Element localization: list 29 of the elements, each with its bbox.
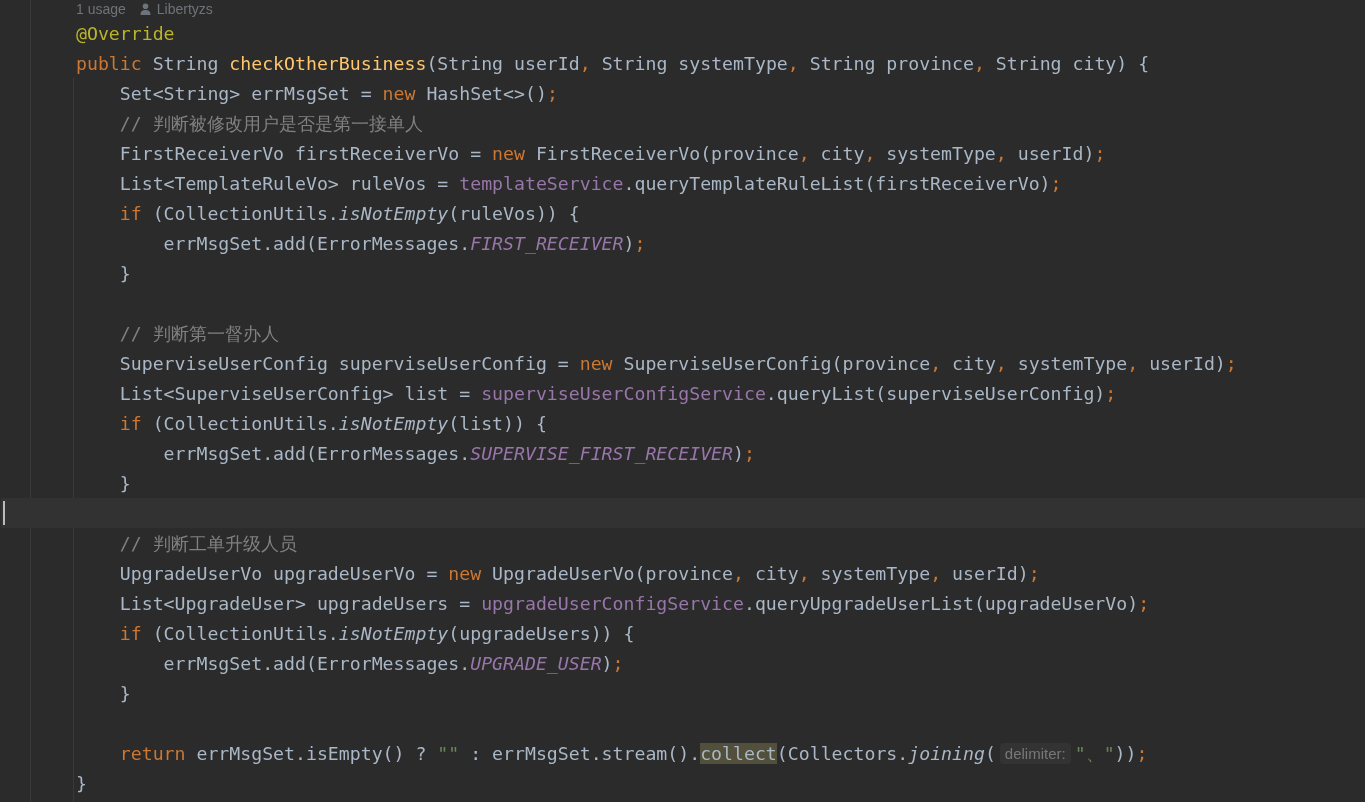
text-cursor <box>3 501 5 525</box>
code-text: List<TemplateRuleVo> ruleVos = templateService.queryTemplateRuleList(firstReceiverVo); <box>118 172 1062 194</box>
code-text: if (CollectionUtils.isNotEmpty(upgradeUsers)) { <box>118 622 635 644</box>
code-text: errMsgSet.add(ErrorMessages.SUPERVISE_FIRST_RECEIVER); <box>162 442 755 464</box>
code-text: public String checkOtherBusiness(String userId, String systemType, String province, String city) { <box>76 52 1150 74</box>
code-text: List<UpgradeUser> upgradeUsers = upgradeUserConfigService.queryUpgradeUserList(upgradeUserVo); <box>118 592 1150 614</box>
code-text: // 判断第一督办人 <box>118 321 279 346</box>
code-text: } <box>118 472 131 494</box>
code-text: } <box>118 682 131 704</box>
code-text: Set<String> errMsgSet = new HashSet<>(); <box>118 82 558 104</box>
code-text: UpgradeUserVo upgradeUserVo = new UpgradeUserVo(province, city, systemType, userId); <box>118 562 1040 584</box>
inlay-hint: delimiter: <box>999 742 1071 764</box>
code-text: FirstReceiverVo firstReceiverVo = new FirstReceiverVo(province, city, systemType, userId); <box>118 142 1106 164</box>
code-text: } <box>118 262 131 284</box>
code-text: // 判断被修改用户是否是第一接单人 <box>118 111 423 136</box>
code-text: return errMsgSet.isEmpty() ? "" : errMsgSet.stream().collect(Collectors.joining( <box>118 742 996 764</box>
code-text: @Override <box>76 22 175 44</box>
code-text: SuperviseUserConfig superviseUserConfig = new SuperviseUserConfig(province, city, systemType, userId); <box>118 352 1237 374</box>
code-text: errMsgSet.add(ErrorMessages.UPGRADE_USER); <box>162 652 624 674</box>
code-text: // 判断工单升级人员 <box>118 531 297 556</box>
author-hint[interactable]: Libertyzs <box>156 1 213 17</box>
code-text: } <box>76 772 87 794</box>
code-text: List<SuperviseUserConfig> list = superviseUserConfigService.queryList(superviseUserConfig); <box>118 382 1117 404</box>
code-text: if (CollectionUtils.isNotEmpty(list)) { <box>118 412 547 434</box>
usages-hint[interactable]: 1 usage <box>76 1 126 17</box>
code-text: if (CollectionUtils.isNotEmpty(ruleVos)) { <box>118 202 580 224</box>
person-icon <box>139 3 151 15</box>
code-text: errMsgSet.add(ErrorMessages.FIRST_RECEIVER); <box>162 232 646 254</box>
code-text: "、")); <box>1074 741 1148 766</box>
